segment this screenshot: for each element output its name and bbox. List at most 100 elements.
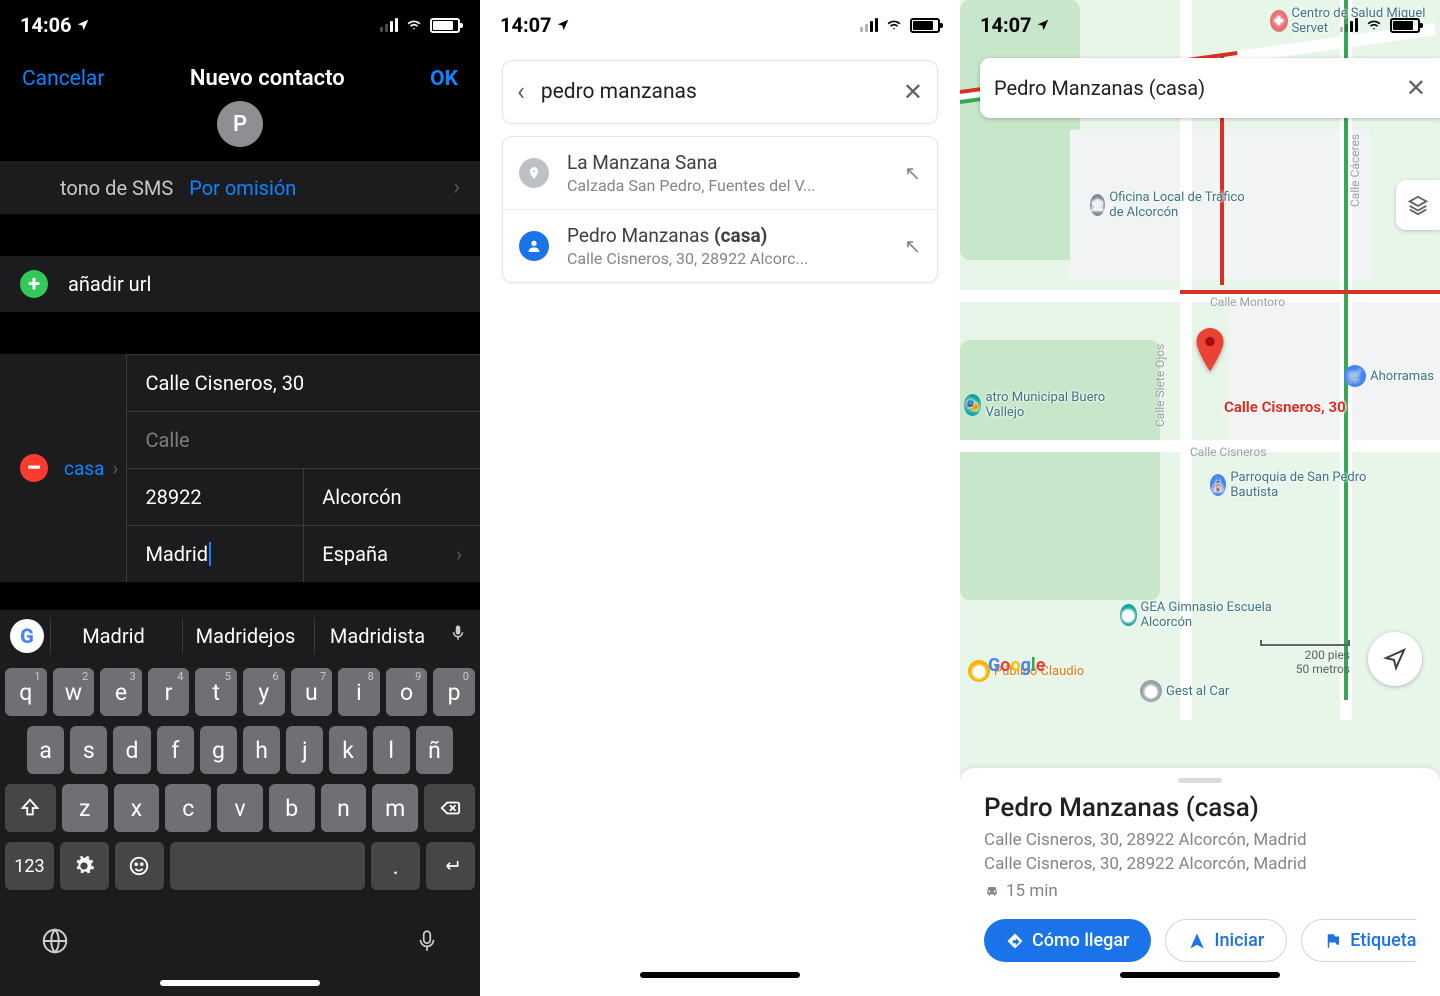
poi-gym[interactable]: ⬤GEA Gimnasio Escuela Alcorcón <box>1120 600 1280 630</box>
insert-arrow-icon[interactable]: ↖ <box>904 161 921 185</box>
search-box[interactable]: ‹ pedro manzanas ✕ <box>502 60 938 124</box>
key-c[interactable]: c <box>165 784 211 832</box>
google-icon[interactable]: G <box>10 619 44 653</box>
key-ñ[interactable]: ñ <box>416 726 453 774</box>
cancel-button[interactable]: Cancelar <box>22 67 104 91</box>
globe-key[interactable] <box>40 926 70 964</box>
clear-icon[interactable]: ✕ <box>903 78 923 106</box>
suggestion-place[interactable]: La Manzana Sana Calzada San Pedro, Fuent… <box>503 137 937 209</box>
battery-icon <box>910 18 940 33</box>
key-a[interactable]: a <box>27 726 64 774</box>
settings-key[interactable] <box>60 842 109 890</box>
insert-arrow-icon[interactable]: ↖ <box>904 234 921 258</box>
key-u[interactable]: u7 <box>291 668 333 716</box>
my-location-button[interactable] <box>1368 632 1422 686</box>
contact-avatar[interactable]: P <box>217 101 263 147</box>
country-field[interactable]: España› <box>303 525 480 582</box>
mic-icon[interactable] <box>446 622 470 650</box>
add-url-row[interactable]: + añadir url <box>0 256 480 312</box>
shift-key[interactable] <box>5 784 56 832</box>
pin-icon <box>519 158 549 188</box>
key-k[interactable]: k <box>329 726 366 774</box>
place-sheet[interactable]: Pedro Manzanas (casa) Calle Cisneros, 30… <box>960 768 1440 996</box>
poi-theatre[interactable]: 🎭atro Municipal Buero Vallejo <box>964 390 1114 420</box>
suggestion-title: La Manzana Sana <box>567 151 886 174</box>
key-h[interactable]: h <box>243 726 280 774</box>
key-z[interactable]: z <box>62 784 108 832</box>
backspace-key[interactable] <box>424 784 475 832</box>
sheet-grabber[interactable] <box>1178 778 1222 783</box>
suggestion-sub: Calle Cisneros, 30, 28922 Alcorc... <box>567 249 886 268</box>
battery-icon <box>1390 18 1420 33</box>
suggestion-2[interactable]: Madridejos <box>182 618 308 654</box>
street-value-field[interactable]: Calle Cisneros, 30 <box>126 354 480 411</box>
directions-button[interactable]: Cómo llegar <box>984 919 1151 962</box>
poi-traffic-office[interactable]: 🏛Oficina Local de Tráfico de Alcorcón <box>1090 190 1250 220</box>
chevron-right-icon: › <box>453 175 460 200</box>
status-time: 14:07 <box>980 13 1032 37</box>
suggestion-list: La Manzana Sana Calzada San Pedro, Fuent… <box>502 136 938 283</box>
ok-button[interactable]: OK <box>430 67 458 91</box>
clear-icon[interactable]: ✕ <box>1406 74 1426 102</box>
key-j[interactable]: j <box>286 726 323 774</box>
key-e[interactable]: e3 <box>100 668 142 716</box>
poi-ahorramas[interactable]: 🛒Ahorramas <box>1344 365 1434 387</box>
suggestion-1[interactable]: Madrid <box>50 618 176 654</box>
key-x[interactable]: x <box>114 784 160 832</box>
dot-key[interactable]: . <box>371 842 420 890</box>
key-q[interactable]: q1 <box>5 668 47 716</box>
address-type-button[interactable]: casa <box>64 457 104 480</box>
location-arrow-icon <box>1036 18 1050 32</box>
region-field[interactable]: Madrid <box>126 525 303 582</box>
suggestion-contact[interactable]: Pedro Manzanas (casa) Calle Cisneros, 30… <box>503 209 937 282</box>
key-n[interactable]: n <box>321 784 367 832</box>
key-y[interactable]: y6 <box>243 668 285 716</box>
place-eta: 15 min <box>984 881 1416 901</box>
phone-search-suggestions: 14:07 ‹ pedro manzanas ✕ La Manzana Sana… <box>480 0 960 996</box>
map-pin-icon[interactable] <box>1193 328 1227 378</box>
zip-field[interactable]: 28922 <box>126 468 303 525</box>
city-field[interactable]: Alcorcón <box>303 468 480 525</box>
remove-icon[interactable]: − <box>20 454 48 482</box>
signal-icon <box>380 18 398 32</box>
key-s[interactable]: s <box>70 726 107 774</box>
home-indicator[interactable] <box>640 972 800 978</box>
suggestion-3[interactable]: Madridista <box>314 618 440 654</box>
layers-button[interactable] <box>1396 180 1440 230</box>
space-key[interactable] <box>170 842 366 890</box>
key-f[interactable]: f <box>157 726 194 774</box>
poi-gest[interactable]: ⬤Gest al Car <box>1140 680 1229 702</box>
home-indicator[interactable] <box>1120 972 1280 978</box>
status-time: 14:07 <box>500 13 552 37</box>
key-d[interactable]: d <box>113 726 150 774</box>
sms-tone-value: Por omisión <box>189 176 296 200</box>
home-indicator[interactable] <box>160 980 320 986</box>
key-b[interactable]: b <box>269 784 315 832</box>
key-g[interactable]: g <box>200 726 237 774</box>
enter-key[interactable] <box>426 842 475 890</box>
place-address-1: Calle Cisneros, 30, 28922 Alcorcón, Madr… <box>984 829 1416 853</box>
key-p[interactable]: p0 <box>433 668 475 716</box>
key-i[interactable]: i8 <box>338 668 380 716</box>
start-button[interactable]: Iniciar <box>1165 919 1287 962</box>
search-box[interactable]: Pedro Manzanas (casa) ✕ <box>980 58 1440 118</box>
sms-tone-row[interactable]: tono de SMS Por omisión › <box>0 161 480 214</box>
key-t[interactable]: t5 <box>195 668 237 716</box>
key-v[interactable]: v <box>217 784 263 832</box>
dictation-key[interactable] <box>414 926 440 964</box>
key-m[interactable]: m <box>372 784 418 832</box>
emoji-key[interactable] <box>115 842 164 890</box>
poi-church[interactable]: ⛪Parroquia de San Pedro Bautista <box>1210 470 1370 500</box>
search-query[interactable]: pedro manzanas <box>541 80 887 104</box>
key-l[interactable]: l <box>373 726 410 774</box>
back-icon[interactable]: ‹ <box>517 77 525 107</box>
key-o[interactable]: o9 <box>386 668 428 716</box>
numbers-key[interactable]: 123 <box>5 842 54 890</box>
street-placeholder-field[interactable]: Calle <box>126 411 480 468</box>
key-w[interactable]: w2 <box>53 668 95 716</box>
keyboard: G Madrid Madridejos Madridista q1w2e3r4t… <box>0 610 480 996</box>
label-button[interactable]: Etiqueta <box>1301 919 1416 962</box>
key-r[interactable]: r4 <box>148 668 190 716</box>
suggestion-title: Pedro Manzanas (casa) <box>567 224 886 247</box>
flag-icon <box>1324 932 1342 950</box>
